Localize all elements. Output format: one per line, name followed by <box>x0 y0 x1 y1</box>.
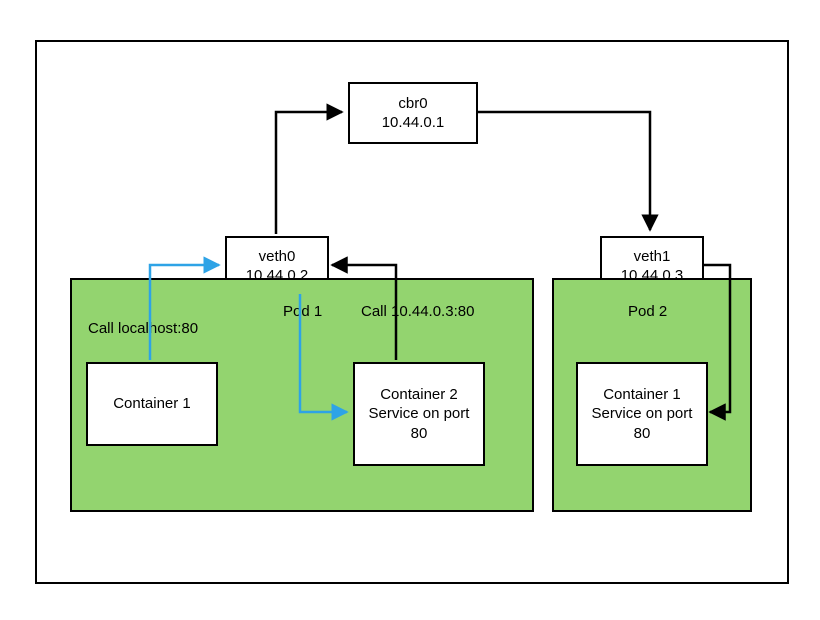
pod1-container1-title: Container 1 <box>113 394 191 414</box>
veth1-name: veth1 <box>634 247 671 267</box>
pod1-container2-line2: Service on port <box>369 404 470 424</box>
call-remote-label: Call 10.44.0.3:80 <box>361 303 474 320</box>
pod1-container2: Container 2 Service on port 80 <box>353 362 485 466</box>
pod2-container1: Container 1 Service on port 80 <box>576 362 708 466</box>
bridge-name: cbr0 <box>398 94 427 114</box>
pod1-label: Pod 1 <box>283 303 322 320</box>
bridge-ip: 10.44.0.1 <box>382 113 445 133</box>
diagram-canvas: cbr0 10.44.0.1 veth0 10.44.0.2 veth1 10.… <box>0 0 820 620</box>
pod1-container2-line1: Container 2 <box>380 385 458 405</box>
veth0-name: veth0 <box>259 247 296 267</box>
pod1-container1: Container 1 <box>86 362 218 446</box>
pod1-container2-line3: 80 <box>411 424 428 444</box>
bridge-cbr0: cbr0 10.44.0.1 <box>348 82 478 144</box>
pod2-container1-line3: 80 <box>634 424 651 444</box>
pod2-container1-line1: Container 1 <box>603 385 681 405</box>
pod2-label: Pod 2 <box>628 303 667 320</box>
pod2-container1-line2: Service on port <box>592 404 693 424</box>
call-localhost-label: Call localhost:80 <box>88 320 198 337</box>
